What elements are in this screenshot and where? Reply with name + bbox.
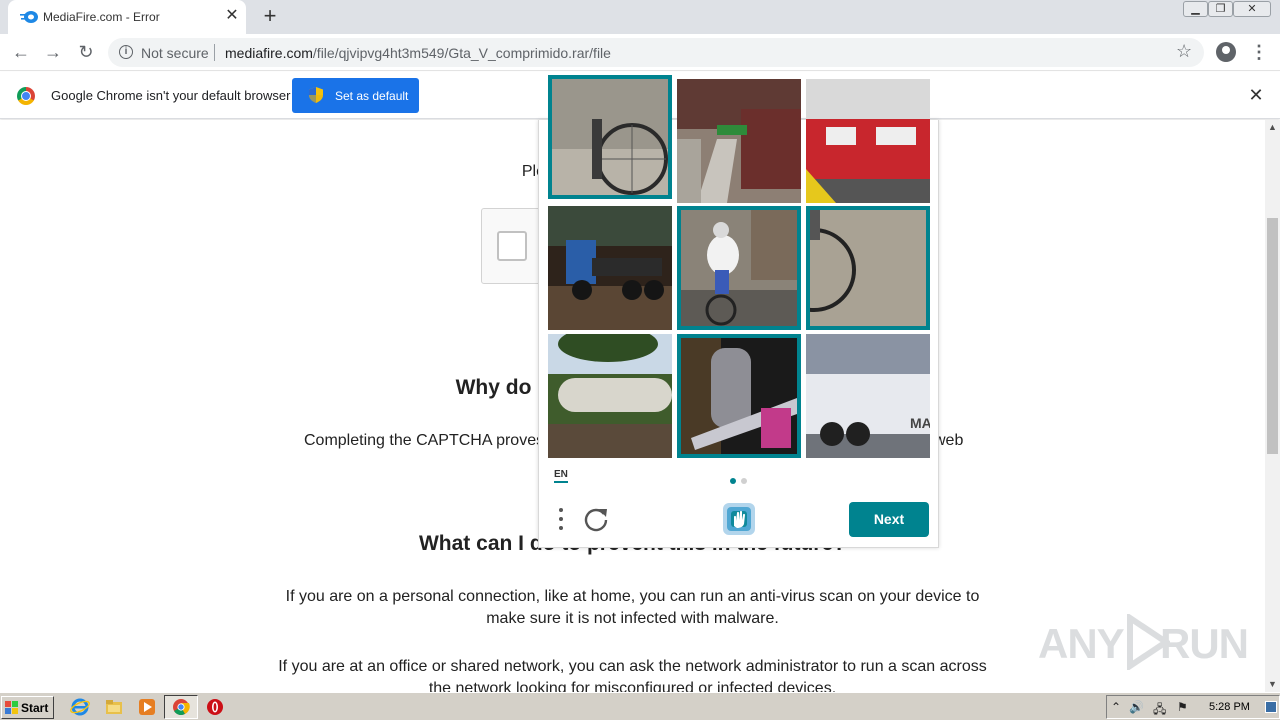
windows-flag-icon	[5, 701, 18, 714]
windows-taskbar: Start ⌃ 🔊 🖧 ⚑ 5:28 PM	[0, 692, 1280, 720]
reload-button[interactable]: ↻	[74, 40, 98, 64]
next-button[interactable]: Next	[849, 502, 929, 537]
image-tile-8[interactable]	[677, 334, 801, 458]
divider	[214, 44, 215, 61]
captcha-challenge-popup: MA EN Next	[538, 75, 939, 548]
show-desktop-icon[interactable]	[1265, 701, 1277, 713]
taskbar-chrome-active[interactable]	[164, 695, 198, 719]
url-text[interactable]: mediafire.com/file/qjvipvg4ht3m549/Gta_V…	[225, 45, 611, 61]
info-icon[interactable]: i	[119, 45, 133, 59]
cyclist-image	[681, 210, 797, 326]
tray-expand-icon[interactable]: ⌃	[1111, 700, 1121, 714]
truck-trailer-image: MA	[806, 334, 930, 458]
back-button[interactable]: ←	[9, 40, 33, 64]
paragraph-personal-line1: If you are on a personal connection, lik…	[285, 588, 980, 605]
chrome-menu-icon[interactable]: ⋮	[1250, 40, 1268, 64]
tab-mediafire[interactable]: MediaFire.com - Error ✕	[8, 0, 246, 34]
tank-trailer-image	[548, 334, 672, 458]
address-bar[interactable]: i Not secure mediafire.com/file/qjvipvg4…	[108, 38, 1204, 67]
tab-title: MediaFire.com - Error	[43, 10, 160, 24]
set-as-default-label: Set as default	[335, 89, 409, 103]
bicycle-closeup-image	[681, 338, 797, 454]
infobar-message: Google Chrome isn't your default browser	[51, 88, 291, 103]
file-explorer-icon[interactable]	[104, 697, 124, 717]
chrome-logo-icon	[17, 87, 35, 105]
blue-truck-image	[548, 206, 672, 330]
image-tile-7[interactable]	[548, 334, 672, 458]
network-icon[interactable]: 🖧	[1153, 700, 1166, 721]
start-label: Start	[21, 701, 49, 715]
minimize-button[interactable]: ▁	[1183, 1, 1208, 17]
restore-button[interactable]: ❐	[1208, 1, 1233, 17]
refresh-challenge-icon[interactable]	[583, 506, 609, 532]
scroll-up-arrow-icon[interactable]: ▲	[1265, 120, 1280, 135]
browser-toolbar: ← → ↻ i Not secure mediafire.com/file/qj…	[0, 34, 1280, 71]
infobar-close-icon[interactable]: ✕	[1246, 85, 1266, 105]
url-host: mediafire.com	[225, 45, 313, 61]
bicycle-image	[552, 79, 668, 195]
captcha-checkbox[interactable]	[497, 231, 527, 261]
image-tile-6[interactable]	[806, 206, 930, 330]
scroll-down-arrow-icon[interactable]: ▼	[1265, 677, 1280, 692]
scroll-thumb[interactable]	[1267, 218, 1278, 454]
volume-icon[interactable]: 🔊	[1129, 700, 1144, 714]
uac-shield-icon	[309, 87, 323, 103]
image-tile-3[interactable]	[806, 79, 930, 203]
watermark-any: ANY	[1038, 620, 1125, 667]
taskbar-clock[interactable]: 5:28 PM	[1209, 701, 1250, 713]
window-close-button[interactable]: ✕	[1233, 1, 1271, 17]
new-tab-button[interactable]: +	[258, 5, 282, 29]
tab-close-icon[interactable]: ✕	[223, 7, 241, 25]
mediafire-icon	[20, 11, 38, 23]
more-options-icon[interactable]	[553, 506, 569, 532]
security-label[interactable]: Not secure	[141, 45, 209, 61]
profile-avatar-icon[interactable]	[1216, 42, 1236, 62]
image-tile-5[interactable]	[677, 206, 801, 330]
train-platform-image	[677, 79, 801, 203]
image-tile-2[interactable]	[677, 79, 801, 203]
watermark-run: RUN	[1160, 620, 1249, 667]
image-tile-4[interactable]	[548, 206, 672, 330]
truck-text: MA	[910, 415, 930, 431]
url-path: /file/qjvipvg4ht3m549/Gta_V_comprimido.r…	[312, 45, 611, 61]
opera-icon[interactable]	[205, 697, 225, 717]
anyrun-watermark: ANY RUN	[1038, 612, 1249, 672]
media-player-icon[interactable]	[137, 697, 157, 717]
paragraph-office-line2: the network looking for misconfigured or…	[428, 680, 837, 692]
action-center-flag-icon[interactable]: ⚑	[1177, 700, 1188, 714]
tab-strip: MediaFire.com - Error ✕ + ▁ ❐ ✕	[0, 0, 1280, 34]
set-as-default-button[interactable]: Set as default	[292, 78, 419, 113]
language-selector[interactable]: EN	[554, 469, 568, 483]
system-tray: ⌃ 🔊 🖧 ⚑ 5:28 PM	[1106, 695, 1280, 719]
chrome-taskbar-icon	[173, 699, 190, 715]
start-button[interactable]: Start	[1, 696, 54, 719]
forward-button[interactable]: →	[41, 40, 65, 64]
paragraph-captcha-left: Completing the CAPTCHA proves	[304, 432, 545, 449]
page-scrollbar[interactable]: ▲ ▼	[1265, 120, 1280, 692]
bookmark-star-icon[interactable]: ☆	[1176, 41, 1192, 62]
page-dot-active	[730, 478, 736, 484]
image-tile-9[interactable]: MA	[806, 334, 930, 458]
bicycle-wheel-image	[810, 210, 926, 326]
internet-explorer-icon[interactable]	[70, 697, 90, 717]
hcaptcha-logo-icon	[723, 503, 755, 535]
red-train-image	[806, 79, 930, 203]
page-dot-inactive	[741, 478, 747, 484]
image-tile-1[interactable]	[548, 75, 672, 199]
